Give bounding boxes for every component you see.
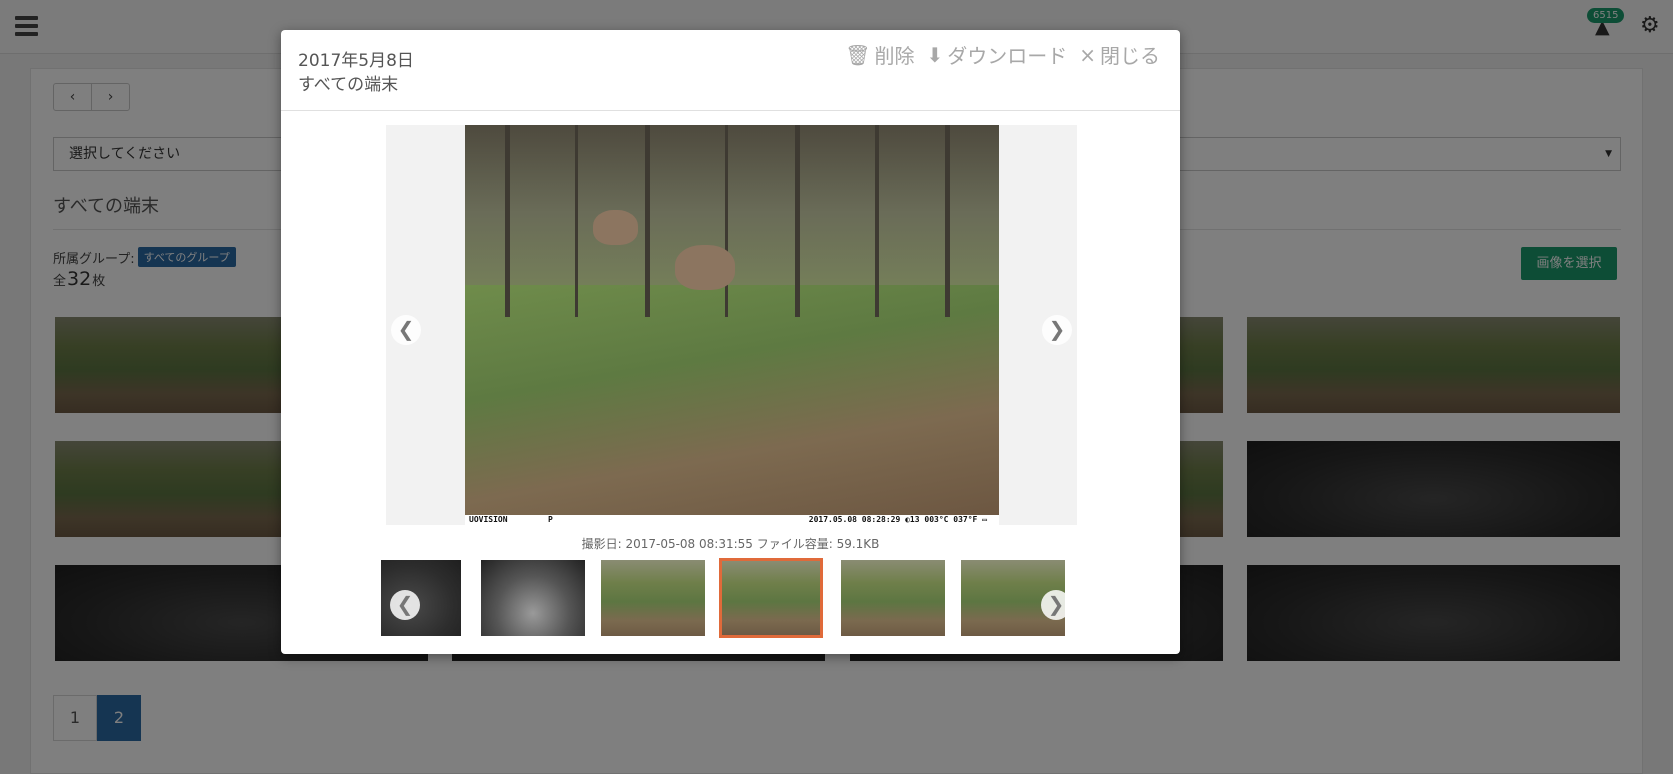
tree-trunk bbox=[505, 125, 510, 317]
close-label: 閉じる bbox=[1100, 44, 1160, 68]
modal-date: 2017年5月8日 bbox=[298, 51, 414, 71]
thumbnail-strip bbox=[381, 558, 1081, 638]
strip-next-arrow-icon[interactable]: ❯ bbox=[1041, 590, 1071, 620]
stamp-mode: P bbox=[548, 515, 553, 524]
strip-thumbnail[interactable] bbox=[601, 560, 705, 636]
tree-trunk bbox=[575, 125, 578, 317]
tree-trunk bbox=[795, 125, 800, 317]
close-icon: × bbox=[1079, 42, 1096, 67]
main-photo: UOVISION P 2017.05.08 08:28:29 ◐13 003°C… bbox=[465, 125, 999, 525]
stamp-brand: UOVISION bbox=[469, 515, 508, 524]
delete-label: 削除 bbox=[874, 44, 915, 68]
deer bbox=[675, 245, 735, 290]
strip-thumbnail[interactable] bbox=[841, 560, 945, 636]
image-modal: 2017年5月8日 すべての端末 🗑 削除 ⬇ ダウンロード × 閉じる UOV… bbox=[281, 30, 1180, 654]
trash-icon: 🗑 bbox=[845, 42, 871, 67]
download-label: ダウンロード bbox=[947, 44, 1068, 68]
close-button[interactable]: × 閉じる bbox=[1079, 40, 1160, 69]
tree-trunk bbox=[875, 125, 879, 317]
next-image-arrow-icon[interactable]: ❯ bbox=[1042, 315, 1072, 345]
photo-ground bbox=[465, 285, 999, 525]
tree-trunk bbox=[725, 125, 728, 317]
image-viewer: UOVISION P 2017.05.08 08:28:29 ◐13 003°C… bbox=[386, 125, 1077, 525]
strip-thumbnail-selected[interactable] bbox=[719, 558, 823, 638]
photo-caption: 撮影日: 2017-05-08 08:31:55 ファイル容量: 59.1KB bbox=[581, 537, 880, 551]
download-icon: ⬇ bbox=[926, 42, 944, 67]
prev-image-arrow-icon[interactable]: ❮ bbox=[391, 315, 421, 345]
strip-thumbnail[interactable] bbox=[481, 560, 585, 636]
download-button[interactable]: ⬇ ダウンロード bbox=[926, 40, 1067, 69]
tree-trunk bbox=[645, 125, 650, 317]
modal-device: すべての端末 bbox=[298, 75, 399, 95]
photo-stamp: UOVISION P 2017.05.08 08:28:29 ◐13 003°C… bbox=[465, 515, 999, 525]
strip-prev-arrow-icon[interactable]: ❮ bbox=[390, 590, 420, 620]
delete-button[interactable]: 🗑 削除 bbox=[845, 40, 914, 69]
modal-actions: 🗑 削除 ⬇ ダウンロード × 閉じる bbox=[845, 40, 1160, 69]
tree-trunk bbox=[945, 125, 950, 317]
stamp-datetime: 2017.05.08 08:28:29 ◐13 003°C 037°F ▭ bbox=[808, 515, 987, 524]
modal-divider bbox=[281, 110, 1180, 111]
deer bbox=[593, 210, 638, 245]
